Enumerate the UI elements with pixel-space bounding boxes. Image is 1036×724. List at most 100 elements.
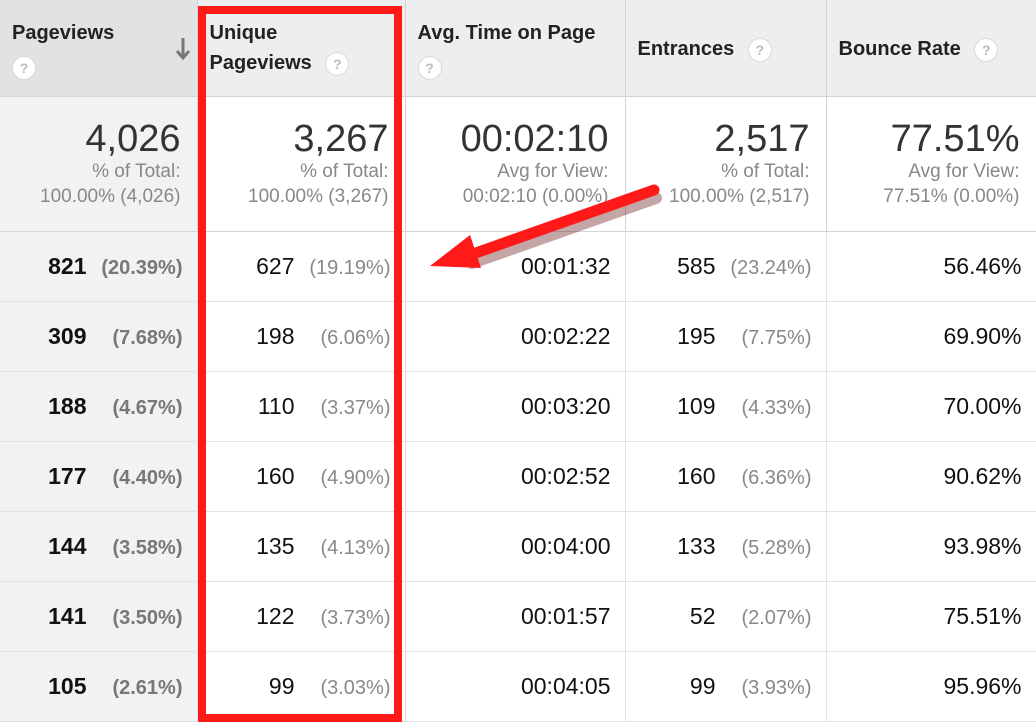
cell-entrances: 133 (5.28%)	[625, 511, 827, 582]
cell-bounce-rate: 90.62%	[826, 441, 1036, 512]
cell-percent: (4.13%)	[320, 536, 391, 559]
cell-percent: (5.28%)	[741, 536, 812, 559]
cell-value: 109	[677, 392, 716, 419]
cell-avg-time: 00:01:57	[405, 581, 626, 652]
cell-value: 00:02:22	[520, 322, 611, 349]
total-value: 77.51%	[890, 117, 1020, 160]
cell-percent: (6.36%)	[741, 466, 812, 489]
column-header-entrances[interactable]: Entrances ?	[625, 0, 827, 97]
cell-entrances: 585 (23.24%)	[625, 231, 827, 302]
cell-percent: (4.90%)	[320, 466, 391, 489]
column-header-bounce-rate[interactable]: Bounce Rate ?	[826, 0, 1036, 97]
report-table: Pageviews ? Unique Pageviews ? Avg. Time…	[0, 0, 1036, 722]
cell-pageviews: 309 (7.68%)	[0, 301, 198, 372]
table-row[interactable]: 141 (3.50%) 122 (3.73%) 00:01:57 52 (2.07%)…	[0, 581, 1036, 652]
cell-avg-time: 00:01:32	[405, 231, 626, 302]
total-pageviews: 4,026 % of Total: 100.00% (4,026)	[0, 96, 198, 232]
question-mark-icon[interactable]: ?	[747, 37, 772, 62]
cell-pageviews: 144 (3.58%)	[0, 511, 198, 582]
cell-entrances: 160 (6.36%)	[625, 441, 827, 512]
total-entrances: 2,517 % of Total: 100.00% (2,517)	[625, 96, 827, 232]
cell-unique-pageviews: 627 (19.19%)	[197, 231, 406, 302]
cell-unique-pageviews: 99 (3.03%)	[197, 651, 406, 722]
cell-value: 99	[268, 672, 295, 699]
cell-value: 141	[48, 602, 87, 629]
cell-value: 133	[677, 532, 716, 559]
header-row: Pageviews ? Unique Pageviews ? Avg. Time…	[0, 0, 1036, 97]
cell-bounce-rate: 69.90%	[826, 301, 1036, 372]
cell-pageviews: 105 (2.61%)	[0, 651, 198, 722]
cell-percent: (4.33%)	[741, 396, 812, 419]
cell-value: 52	[689, 602, 716, 629]
cell-entrances: 52 (2.07%)	[625, 581, 827, 652]
total-caption: % of Total:	[300, 160, 389, 182]
question-mark-icon[interactable]: ?	[974, 37, 999, 62]
cell-value: 160	[677, 462, 716, 489]
total-caption: % of Total:	[721, 160, 810, 182]
cell-value: 105	[48, 672, 87, 699]
cell-value: 00:01:32	[520, 252, 611, 279]
column-header-label: Bounce Rate	[838, 38, 961, 60]
cell-value: 99	[689, 672, 716, 699]
cell-percent: (3.37%)	[320, 396, 391, 419]
table-row[interactable]: 188 (4.67%) 110 (3.37%) 00:03:20 109 (4.33%…	[0, 371, 1036, 442]
total-avg-time-on-page: 00:02:10 Avg for View: 00:02:10 (0.00%)	[405, 96, 626, 232]
column-header-pageviews[interactable]: Pageviews ?	[0, 0, 198, 97]
cell-percent: (3.50%)	[112, 606, 183, 629]
cell-value: 122	[256, 602, 295, 629]
cell-value: 177	[48, 462, 87, 489]
table-row[interactable]: 821 (20.39%) 627 (19.19%) 00:01:32 585 (23.…	[0, 231, 1036, 302]
cell-unique-pageviews: 135 (4.13%)	[197, 511, 406, 582]
cell-value: 198	[256, 322, 295, 349]
cell-bounce-rate: 95.96%	[826, 651, 1036, 722]
cell-percent: (2.61%)	[112, 676, 183, 699]
cell-value: 70.00%	[943, 392, 1022, 419]
total-caption: Avg for View:	[908, 160, 1020, 182]
cell-percent: (3.93%)	[741, 676, 812, 699]
cell-avg-time: 00:04:05	[405, 651, 626, 722]
cell-avg-time: 00:03:20	[405, 371, 626, 442]
cell-percent: (20.39%)	[101, 256, 183, 279]
table-row[interactable]: 144 (3.58%) 135 (4.13%) 00:04:00 133 (5.28%…	[0, 511, 1036, 582]
cell-value: 188	[48, 392, 87, 419]
cell-bounce-rate: 70.00%	[826, 371, 1036, 442]
cell-pageviews: 821 (20.39%)	[0, 231, 198, 302]
total-caption: % of Total:	[92, 160, 181, 182]
table-row[interactable]: 177 (4.40%) 160 (4.90%) 00:02:52 160 (6.36%…	[0, 441, 1036, 512]
cell-unique-pageviews: 198 (6.06%)	[197, 301, 406, 372]
question-mark-icon[interactable]: ?	[325, 51, 350, 76]
cell-value: 95.96%	[943, 672, 1022, 699]
question-mark-icon[interactable]: ?	[417, 56, 442, 80]
cell-entrances: 195 (7.75%)	[625, 301, 827, 372]
cell-value: 56.46%	[943, 252, 1022, 279]
cell-percent: (7.68%)	[112, 326, 183, 349]
cell-value: 627	[256, 252, 295, 279]
cell-avg-time: 00:02:22	[405, 301, 626, 372]
cell-percent: (2.07%)	[741, 606, 812, 629]
question-mark-icon[interactable]: ?	[12, 56, 36, 80]
cell-avg-time: 00:04:00	[405, 511, 626, 582]
total-bounce-rate: 77.51% Avg for View: 77.51% (0.00%)	[826, 96, 1036, 232]
column-header-unique-pageviews[interactable]: Unique Pageviews ?	[197, 0, 406, 97]
cell-entrances: 99 (3.93%)	[625, 651, 827, 722]
cell-value: 90.62%	[943, 462, 1022, 489]
cell-value: 135	[256, 532, 295, 559]
cell-value: 00:01:57	[520, 602, 611, 629]
cell-entrances: 109 (4.33%)	[625, 371, 827, 442]
total-value: 00:02:10	[460, 117, 609, 160]
cell-avg-time: 00:02:52	[405, 441, 626, 512]
total-detail: 100.00% (3,267)	[248, 185, 389, 207]
total-value: 4,026	[85, 117, 181, 160]
total-detail: 100.00% (2,517)	[669, 185, 810, 207]
cell-unique-pageviews: 122 (3.73%)	[197, 581, 406, 652]
table-row[interactable]: 309 (7.68%) 198 (6.06%) 00:02:22 195 (7.75%…	[0, 301, 1036, 372]
table-row[interactable]: 105 (2.61%) 99 (3.03%) 00:04:05 99 (3.93%) …	[0, 651, 1036, 722]
cell-value: 93.98%	[943, 532, 1022, 559]
cell-value: 821	[48, 252, 87, 279]
cell-percent: (3.73%)	[320, 606, 391, 629]
total-value: 3,267	[293, 117, 389, 160]
column-header-label: Avg. Time on Page	[417, 22, 596, 44]
arrow-down-icon[interactable]	[175, 36, 191, 62]
column-header-avg-time-on-page[interactable]: Avg. Time on Page ?	[405, 0, 626, 97]
column-header-label-line2: Pageviews	[209, 52, 312, 74]
